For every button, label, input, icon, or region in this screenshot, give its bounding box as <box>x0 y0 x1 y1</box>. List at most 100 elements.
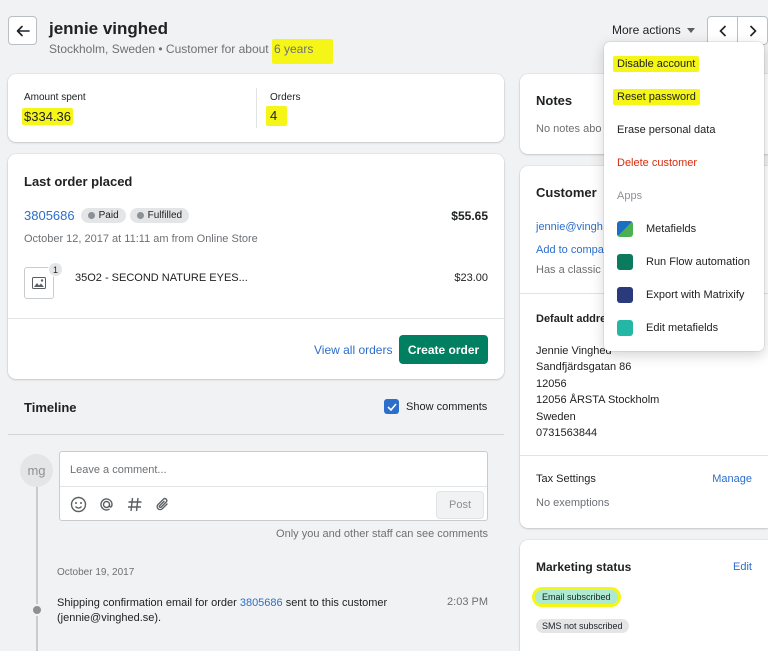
attachment-icon[interactable] <box>154 496 171 513</box>
mention-icon[interactable] <box>98 496 115 513</box>
subtitle-location-tenure: Stockholm, Sweden • Customer for about <box>49 42 269 56</box>
view-all-orders-link[interactable]: View all orders <box>314 343 392 357</box>
item-quantity-badge: 1 <box>48 262 63 277</box>
event-text-prefix: Shipping confirmation email for order <box>57 597 237 609</box>
event-date: October 19, 2017 <box>57 567 135 578</box>
export-matrixify-item[interactable]: Export with Matrixify <box>604 278 764 311</box>
comment-visibility-note: Only you and other staff can see comment… <box>276 528 488 540</box>
timeline-title: Timeline <box>24 400 77 415</box>
marketing-title: Marketing status <box>536 560 632 574</box>
edit-metafields-item[interactable]: Edit metafields <box>604 311 764 344</box>
hashtag-icon[interactable] <box>126 496 143 513</box>
event-text-suffix: sent to this customer <box>285 597 388 609</box>
fulfilled-dot-icon <box>136 212 144 219</box>
customer-email-link[interactable]: jennie@vingh <box>536 221 603 233</box>
address-line: 0731563844 <box>536 427 598 440</box>
avatar: mg <box>20 454 53 487</box>
show-comments-label: Show comments <box>406 400 488 413</box>
flow-icon <box>617 253 633 270</box>
metafields-item[interactable]: Metafields <box>604 212 764 245</box>
paid-dot-icon <box>87 212 95 219</box>
timeline-event-dot <box>31 604 43 616</box>
tax-settings-title: Tax Settings <box>536 473 596 485</box>
address-line: 12056 ÅRSTA Stockholm <box>536 394 660 407</box>
orders-label: Orders <box>270 92 301 103</box>
paid-badge: Paid <box>80 208 126 223</box>
address-line: Sandfjärdsgatan 86 <box>536 361 632 374</box>
email-subscribed-badge: Email subscribed <box>535 590 618 604</box>
edit-metafields-icon <box>617 319 633 336</box>
paid-badge-label: Paid <box>98 210 119 221</box>
account-type-text: Has a classic a <box>536 264 610 276</box>
comment-toolbar-divider <box>60 486 487 487</box>
chevron-left-icon <box>718 24 726 37</box>
arrow-left-icon <box>16 25 30 36</box>
amount-spent-number: $334.36 <box>22 108 73 125</box>
run-flow-item[interactable]: Run Flow automation <box>604 245 764 278</box>
item-price: $23.00 <box>454 272 488 284</box>
customer-name: jennie vinghed <box>49 19 169 38</box>
delete-customer-item[interactable]: Delete customer <box>604 146 764 179</box>
event-email: (jennie@vinghed.se). <box>57 612 162 624</box>
timeline-event-text: Shipping confirmation email for order 38… <box>57 596 437 626</box>
customer-subtitle: Stockholm, Sweden • Customer for about 6… <box>49 39 334 64</box>
metafields-label: Metafields <box>646 222 697 235</box>
orders-value: 4 <box>266 106 288 126</box>
event-time: 2:03 PM <box>447 596 488 608</box>
chevron-right-icon <box>749 24 757 37</box>
item-name: 35O2 - SECOND NATURE EYES... <box>75 272 248 284</box>
orders-number: 4 <box>266 106 288 126</box>
marketing-card: Marketing status Edit Email subscribed S… <box>520 540 768 651</box>
apps-section-header: Apps <box>617 189 643 202</box>
notes-title: Notes <box>536 93 573 108</box>
default-address-lines: Jennie Vinghed Sandfjärdsgatan 86 12056 … <box>536 343 659 441</box>
notes-empty-text: No notes abo <box>536 123 602 135</box>
fulfilled-badge: Fulfilled <box>129 208 190 223</box>
last-order-card: Last order placed 3805686 Paid Fulfilled… <box>8 154 504 379</box>
back-button[interactable] <box>8 16 37 45</box>
order-card-divider <box>8 318 504 319</box>
customer-title: Customer <box>536 185 597 200</box>
reset-password-label: Reset password <box>613 88 700 105</box>
tax-exemption-value: No exemptions <box>536 497 610 509</box>
comment-box: Leave a comment... Post <box>59 451 488 521</box>
sms-status-badge: SMS not subscribed <box>536 619 629 633</box>
checkbox-checked-icon <box>384 399 399 414</box>
last-order-title: Last order placed <box>24 174 133 189</box>
comment-input[interactable]: Leave a comment... <box>70 464 167 476</box>
more-actions-button[interactable]: More actions <box>612 22 695 38</box>
comment-toolbar <box>70 496 171 513</box>
reset-password-item[interactable]: Reset password <box>604 80 764 113</box>
edit-metafields-label: Edit metafields <box>646 321 719 334</box>
marketing-edit-link[interactable]: Edit <box>733 561 752 573</box>
customer-divider-2 <box>520 455 768 456</box>
order-total: $55.65 <box>451 209 488 223</box>
emoji-icon[interactable] <box>70 496 87 513</box>
amount-spent-value: $334.36 <box>22 108 73 125</box>
metafields-icon <box>617 220 633 237</box>
add-company-link[interactable]: Add to compa <box>536 244 604 256</box>
more-actions-menu: Disable account Reset password Erase per… <box>604 42 764 351</box>
next-customer-button[interactable] <box>737 16 768 45</box>
previous-customer-button[interactable] <box>707 16 738 45</box>
erase-personal-data-item[interactable]: Erase personal data <box>604 113 764 146</box>
amount-spent-label: Amount spent <box>24 92 86 103</box>
event-order-link[interactable]: 3805686 <box>240 597 283 609</box>
post-button[interactable]: Post <box>436 491 484 519</box>
subtitle-duration: 6 years <box>271 39 334 64</box>
disable-account-item[interactable]: Disable account <box>604 47 764 80</box>
stats-card: Amount spent $334.36 Orders 4 <box>8 74 504 142</box>
run-flow-label: Run Flow automation <box>646 255 750 268</box>
show-comments-checkbox[interactable]: Show comments <box>384 399 487 414</box>
create-order-button[interactable]: Create order <box>399 335 488 364</box>
more-actions-label: More actions <box>612 23 681 37</box>
order-date-line: October 12, 2017 at 11:11 am from Online… <box>24 233 258 245</box>
order-number-link[interactable]: 3805686 <box>24 208 75 223</box>
image-placeholder-icon <box>32 277 46 289</box>
default-address-title: Default addre <box>536 313 607 325</box>
tax-manage-link[interactable]: Manage <box>712 473 752 485</box>
disable-account-label: Disable account <box>613 55 700 72</box>
address-line: Sweden <box>536 410 576 423</box>
stats-divider <box>256 88 257 128</box>
address-line: 12056 <box>536 377 567 390</box>
